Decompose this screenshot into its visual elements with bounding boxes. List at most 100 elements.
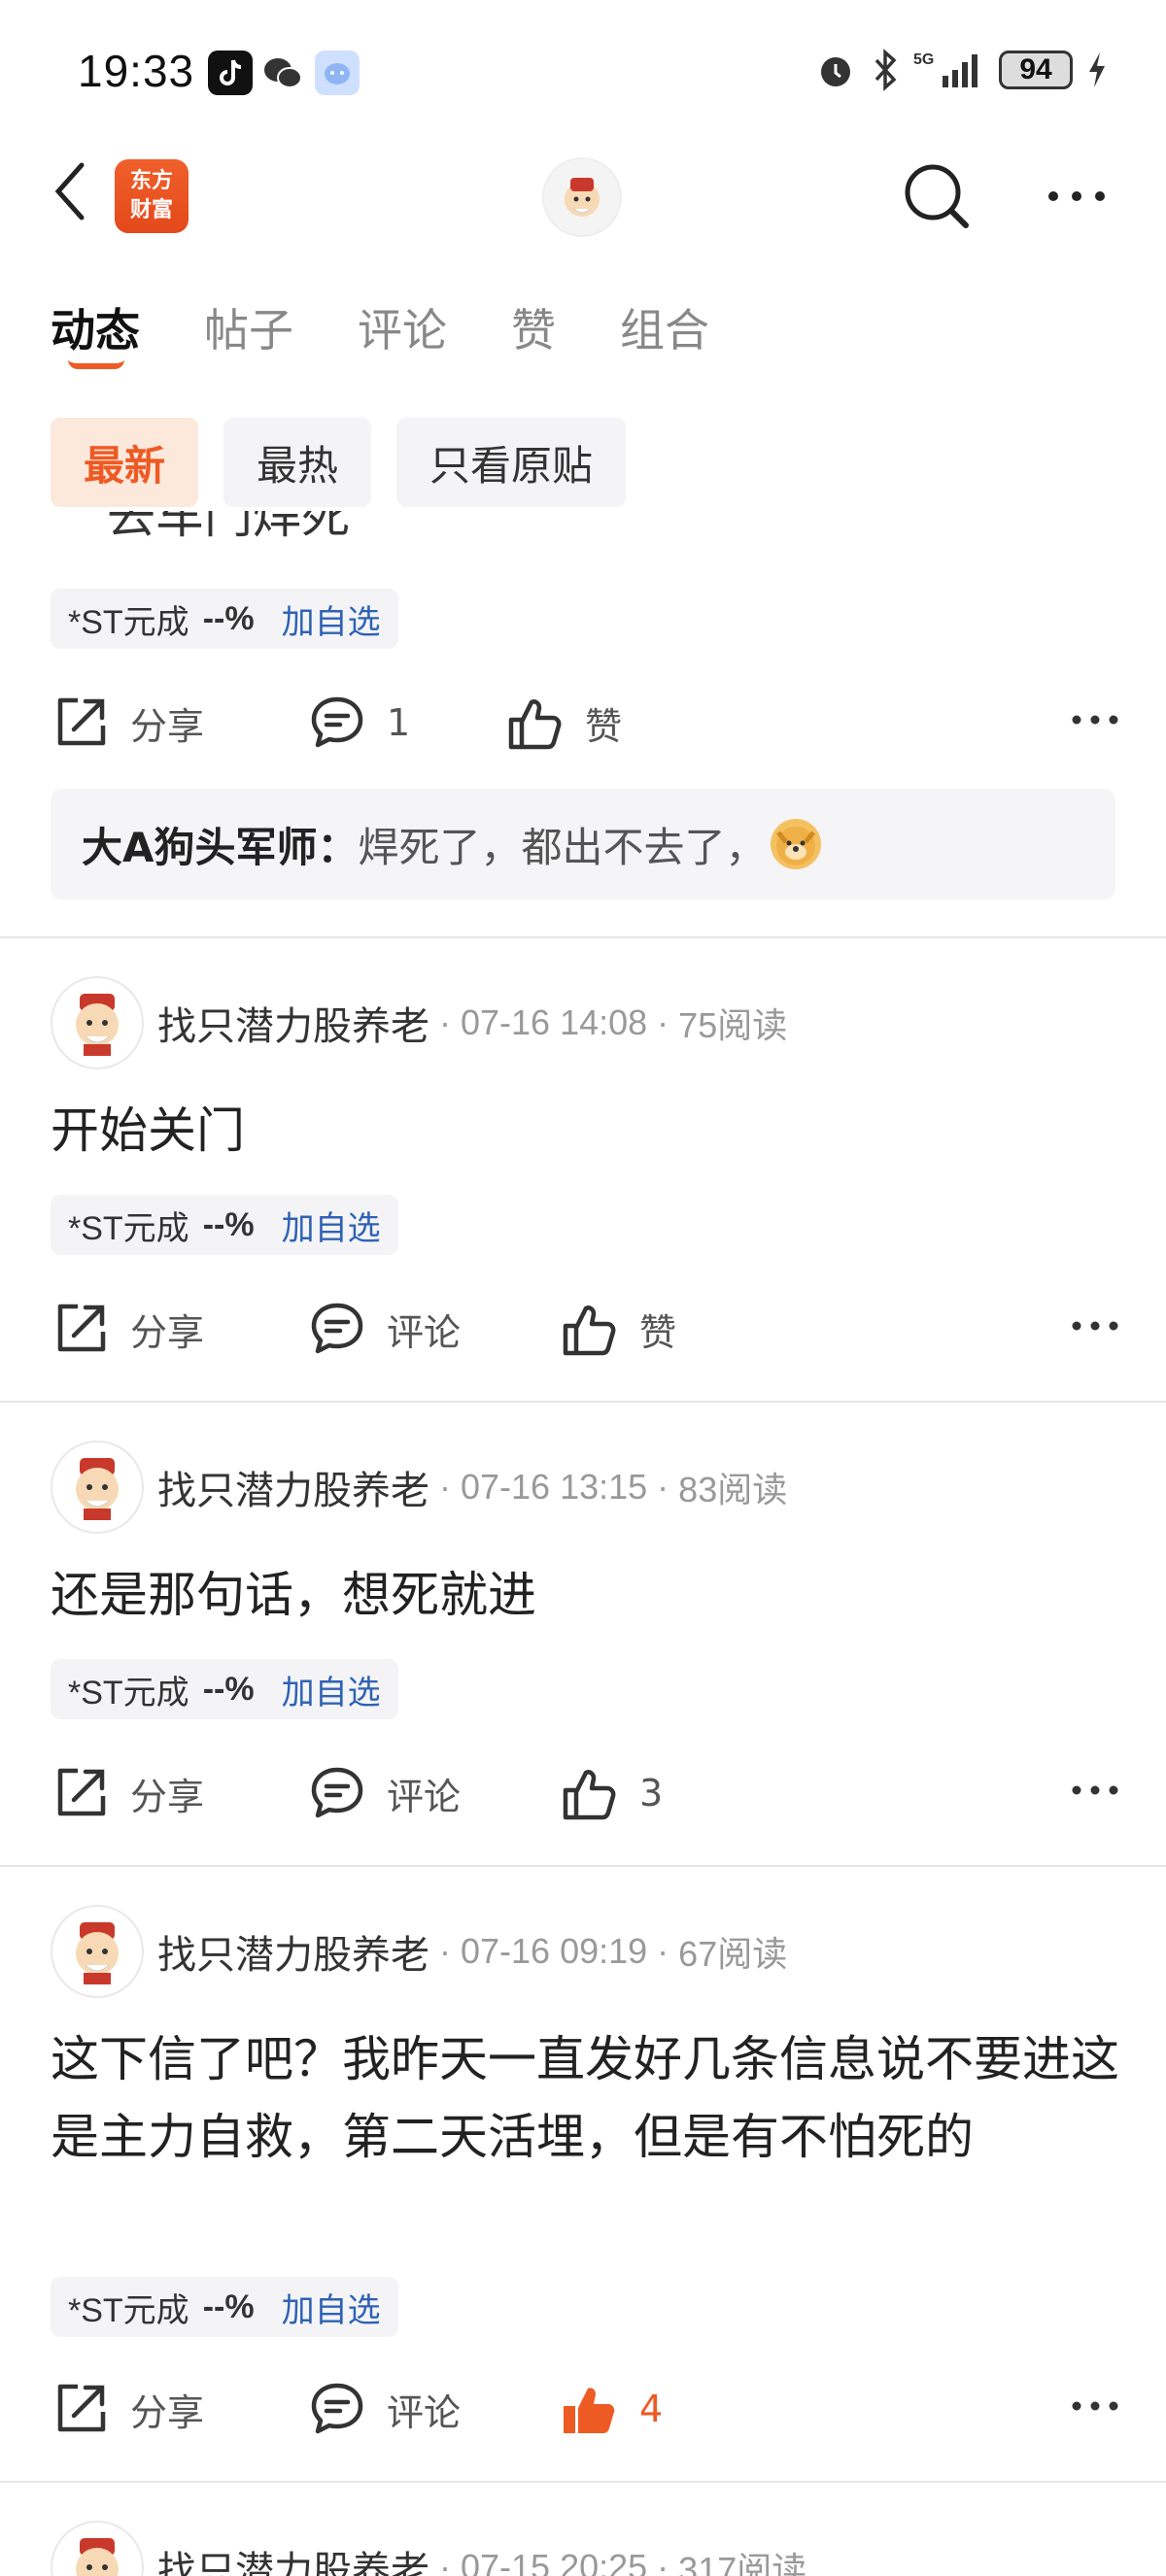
comment-icon xyxy=(311,1303,363,1354)
eastmoney-logo[interactable]: 东方 财富 xyxy=(115,159,189,233)
tab-comments[interactable]: 评论 xyxy=(358,295,447,359)
comment-label: 评论 xyxy=(387,1310,462,1354)
battery-indicator: 94 xyxy=(999,51,1073,89)
share-button[interactable]: 分享 xyxy=(51,1290,204,1368)
stock-change: --% xyxy=(202,2288,255,2325)
comment-icon xyxy=(311,1767,363,1818)
filter-latest[interactable]: 最新 xyxy=(51,418,199,507)
back-arrow-icon[interactable] xyxy=(51,157,89,225)
stock-change: --% xyxy=(202,1205,255,1243)
post-actions: 分享 评论 4 xyxy=(51,2370,1119,2448)
share-button[interactable]: 分享 xyxy=(51,1754,204,1832)
read-count: 83阅读 xyxy=(678,1470,788,1509)
share-icon xyxy=(57,2384,106,2432)
like-button-active[interactable]: 4 xyxy=(560,2370,663,2448)
more-icon[interactable] xyxy=(1071,1319,1119,1333)
username[interactable]: 找只潜力股养老 xyxy=(157,1459,429,1515)
stock-name: *ST元成 xyxy=(68,2291,189,2329)
like-label: 赞 xyxy=(585,704,623,748)
share-label: 分享 xyxy=(130,1775,205,1818)
post-content[interactable]: 还是那句话，想死就进 xyxy=(51,1556,1119,1634)
share-icon xyxy=(57,1304,106,1352)
share-icon xyxy=(57,697,106,746)
filter-hottest[interactable]: 最热 xyxy=(223,418,372,507)
post-header: 找只潜力股养老 · 07-16 13:15 · 83阅读 xyxy=(51,1440,787,1535)
add-watchlist-link[interactable]: 加自选 xyxy=(282,2284,381,2331)
thumbs-up-icon xyxy=(563,1770,616,1820)
comment-button[interactable]: 评论 xyxy=(307,2370,461,2448)
add-watchlist-link[interactable]: 加自选 xyxy=(282,1202,381,1249)
post-content[interactable]: 开始关门 xyxy=(51,1092,1119,1169)
post-actions: 分享 评论 赞 xyxy=(51,1290,1119,1368)
comment-label: 评论 xyxy=(387,2390,462,2434)
user-avatar[interactable] xyxy=(51,2521,144,2576)
post-content[interactable]: 这下信了吧？我昨天一直发好几条信息说不要进这是主力自救，第二天活埋，但是有不怕死… xyxy=(51,2020,1119,2176)
stock-name: *ST元成 xyxy=(68,1674,189,1712)
comment-icon xyxy=(311,2383,363,2434)
read-count: 317阅读 xyxy=(678,2550,807,2576)
user-avatar[interactable] xyxy=(51,1905,144,1998)
svg-text:5G: 5G xyxy=(913,51,934,68)
like-count: 3 xyxy=(639,1772,664,1814)
stock-tag[interactable]: *ST元成 --% 加自选 xyxy=(51,1195,398,1255)
signal-icon: 5G xyxy=(913,51,977,87)
search-icon[interactable] xyxy=(900,159,974,233)
alarm-icon xyxy=(821,57,850,86)
comment-label: 评论 xyxy=(387,1775,462,1818)
post-header: 找只潜力股养老 · 07-16 14:08 · 75阅读 xyxy=(51,975,787,1070)
share-button[interactable]: 分享 xyxy=(51,684,204,762)
user-avatar[interactable] xyxy=(51,1441,144,1534)
share-icon xyxy=(57,1768,106,1816)
profile-avatar[interactable] xyxy=(542,157,622,237)
thumbs-up-filled-icon xyxy=(564,2388,615,2433)
post-header: 找只潜力股养老 · 07-16 09:19 · 67阅读 xyxy=(51,1904,787,1999)
tab-bar: 动态 帖子 评论 赞 组合 xyxy=(51,295,709,369)
separator: · xyxy=(439,1931,451,1971)
username[interactable]: 找只潜力股养老 xyxy=(157,2539,429,2576)
tab-likes[interactable]: 赞 xyxy=(511,295,556,359)
post-divider xyxy=(0,2481,1166,2483)
tab-portfolio[interactable]: 组合 xyxy=(620,295,709,359)
share-label: 分享 xyxy=(130,704,205,748)
separator: · xyxy=(657,2547,669,2576)
filter-original-only[interactable]: 只看原贴 xyxy=(396,418,627,507)
comment-button[interactable]: 1 xyxy=(307,684,410,762)
share-label: 分享 xyxy=(130,2390,205,2434)
bluetooth-icon xyxy=(874,49,897,91)
add-watchlist-link[interactable]: 加自选 xyxy=(282,595,381,643)
separator: · xyxy=(657,1002,669,1042)
more-icon[interactable] xyxy=(1071,713,1119,727)
username[interactable]: 找只潜力股养老 xyxy=(157,995,429,1051)
like-button[interactable]: 赞 xyxy=(560,1290,676,1368)
more-options-icon[interactable] xyxy=(1046,186,1108,206)
more-icon[interactable] xyxy=(1071,2399,1119,2413)
doge-emoji-icon xyxy=(770,819,821,869)
status-icons: 5G 94 xyxy=(814,49,1108,91)
stock-tag[interactable]: *ST元成 --% 加自选 xyxy=(51,1659,398,1719)
share-label: 分享 xyxy=(130,1310,205,1354)
comment-button[interactable]: 评论 xyxy=(307,1754,461,1832)
more-icon[interactable] xyxy=(1071,1783,1119,1797)
user-avatar[interactable] xyxy=(51,976,144,1069)
comment-icon xyxy=(311,696,363,748)
like-button[interactable]: 赞 xyxy=(505,684,622,762)
post-time: 07-15 20:25 xyxy=(461,2547,648,2576)
tab-dynamics[interactable]: 动态 xyxy=(51,295,140,369)
tab-posts[interactable]: 帖子 xyxy=(204,295,293,359)
comment-author[interactable]: 大A狗头军师： xyxy=(82,815,359,874)
like-button[interactable]: 3 xyxy=(560,1754,663,1832)
thumbs-up-icon xyxy=(563,1305,616,1356)
chat-app-icon xyxy=(315,51,360,95)
stock-tag[interactable]: *ST元成 --% 加自选 xyxy=(51,589,398,649)
add-watchlist-link[interactable]: 加自选 xyxy=(282,1666,381,1713)
username[interactable]: 找只潜力股养老 xyxy=(157,1923,429,1980)
post-time: 07-16 09:19 xyxy=(461,1931,648,1971)
post-time: 07-16 14:08 xyxy=(461,1002,648,1042)
stock-tag[interactable]: *ST元成 --% 加自选 xyxy=(51,2277,398,2337)
stock-change: --% xyxy=(202,1670,255,1708)
read-count: 67阅读 xyxy=(678,1934,788,1974)
status-time: 19:33 xyxy=(78,46,195,96)
comment-preview[interactable]: 大A狗头军师： 焊死了，都出不去了， xyxy=(51,789,1115,899)
share-button[interactable]: 分享 xyxy=(51,2370,204,2448)
comment-button[interactable]: 评论 xyxy=(307,1290,461,1368)
